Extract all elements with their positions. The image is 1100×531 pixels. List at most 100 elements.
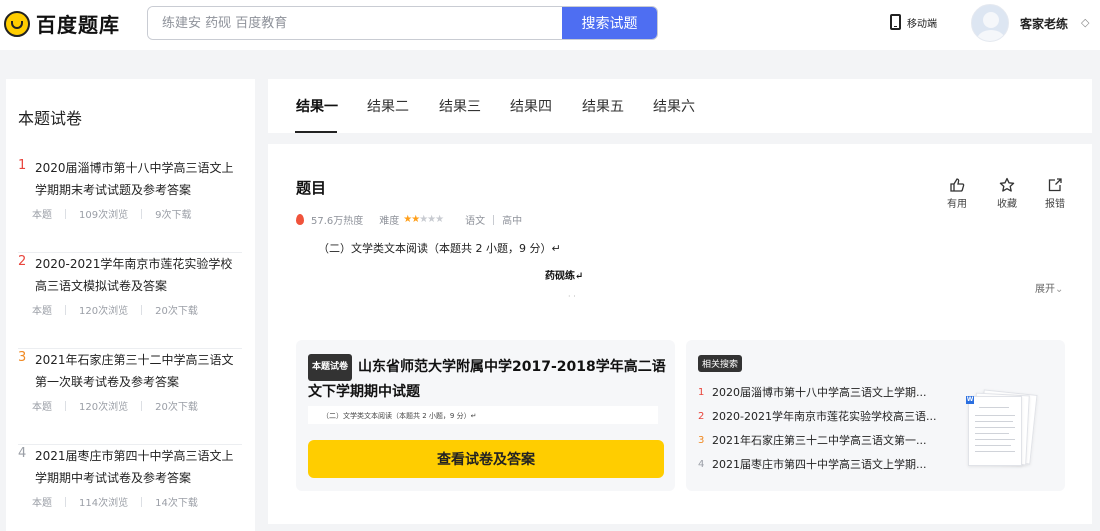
useful-label: 有用 — [947, 199, 967, 210]
item-rank: 3 — [18, 350, 27, 365]
tab-result-4[interactable]: 结果四 — [510, 96, 552, 116]
paper-downloads: 20次下载 — [155, 306, 198, 317]
item-rank: 1 — [18, 158, 27, 173]
search-input[interactable] — [148, 7, 564, 39]
username[interactable]: 客家老练 — [1020, 15, 1068, 32]
related-search-badge: 相关搜索 — [698, 355, 743, 372]
paper-meta: 本题 114次浏览 14次下载 — [32, 494, 198, 509]
mobile-link[interactable]: 移动端 — [890, 14, 937, 30]
paper-type: 本题 — [32, 402, 52, 413]
top-bar: 百度题库 搜索试题 移动端 客家老练 ◇ — [0, 0, 1100, 50]
avatar[interactable] — [971, 4, 1009, 42]
paper-type: 本题 — [32, 306, 52, 317]
question-title: 题目 — [296, 179, 327, 197]
tab-result-1[interactable]: 结果一 — [296, 96, 338, 116]
item-rank: 4 — [18, 446, 27, 461]
star-empty-icon: ★★★ — [419, 214, 444, 225]
heat-count: 57.6万热度 — [311, 216, 364, 227]
related-search-card: 相关搜索 1 2020届淄博市第十八中学高三语文上学期... 2 2020-2021… — [686, 340, 1065, 491]
item-rank: 3 — [698, 434, 705, 446]
favorite-label: 收藏 — [997, 199, 1017, 210]
search-bar: 搜索试题 — [147, 6, 658, 40]
paper-title-link[interactable]: 2021届枣庄市第四十中学高三语文上学期期中考试试卷及参考答案 — [35, 445, 243, 489]
phone-icon — [890, 14, 901, 30]
paper-views: 120次浏览 — [79, 306, 129, 317]
related-search-text: 2021届枣庄市第四十中学高三语文上学期... — [712, 458, 927, 471]
report-label: 报错 — [1045, 199, 1065, 210]
paper-views: 114次浏览 — [79, 498, 129, 509]
paper-title-link[interactable]: 2020-2021学年南京市莲花实验学校高三语文模拟试卷及答案 — [35, 253, 243, 297]
paper-title-link[interactable]: 2020届淄博市第十八中学高三语文上学期期末考试试题及参考答案 — [35, 157, 243, 201]
favorite-button[interactable]: 收藏 — [992, 177, 1022, 210]
thumbs-up-icon — [949, 177, 965, 193]
active-tab-indicator — [295, 131, 337, 133]
report-button[interactable]: 报错 — [1040, 177, 1070, 210]
related-search-text: 2021年石家庄第三十二中学高三语文第一... — [712, 434, 927, 447]
word-doc-icon: W — [966, 396, 974, 404]
subject-tag: 语文 — [465, 216, 486, 227]
paper-meta: 本题 120次浏览 20次下载 — [32, 398, 198, 413]
tab-result-2[interactable]: 结果二 — [367, 96, 409, 116]
sidebar-title: 本题试卷 — [18, 109, 83, 128]
paper-meta: 本题 109次浏览 9次下载 — [32, 206, 191, 221]
search-button[interactable]: 搜索试题 — [562, 7, 657, 39]
difficulty-stars: ★★★★★ — [403, 214, 444, 225]
useful-button[interactable]: 有用 — [942, 177, 972, 210]
related-search-item[interactable]: 1 2020届淄博市第十八中学高三语文上学期... — [698, 380, 948, 404]
view-paper-and-answers-button[interactable]: 查看试卷及答案 — [308, 440, 664, 478]
paper-title-link[interactable]: 2021年石家庄第三十二中学高三语文第一次联考试卷及参考答案 — [35, 349, 243, 393]
sidebar-paper-item[interactable]: 3 2021年石家庄第三十二中学高三语文第一次联考试卷及参考答案 本题 120次… — [18, 349, 242, 445]
exam-paper-preview: （二）文学类文本阅读（本题共 2 小题，9 分）↵ — [308, 406, 658, 424]
grade-tag: 高中 — [502, 216, 523, 227]
question-body: （二）文学类文本阅读（本题共 2 小题，9 分）↵ — [318, 242, 561, 255]
related-search-item[interactable]: 2 2020-2021学年南京市莲花实验学校高三语... — [698, 404, 948, 428]
logo-icon — [4, 10, 30, 37]
chevron-down-icon: ⌄ — [1055, 284, 1064, 295]
tab-result-5[interactable]: 结果五 — [582, 96, 624, 116]
paper-views: 120次浏览 — [79, 402, 129, 413]
paper-downloads: 20次下载 — [155, 402, 198, 413]
question-text-title: 药砚练↵ — [545, 271, 584, 282]
tab-result-6[interactable]: 结果六 — [653, 96, 695, 116]
related-search-list: 1 2020届淄博市第十八中学高三语文上学期... 2 2020-2021学年南京市… — [698, 380, 948, 476]
report-icon — [1047, 177, 1063, 193]
baidu-tiku-logo[interactable]: 百度题库 — [4, 9, 120, 38]
expand-button[interactable]: 展开⌄ — [1035, 280, 1063, 295]
sidebar-paper-item[interactable]: 2 2020-2021学年南京市莲花实验学校高三语文模拟试卷及答案 本题 120… — [18, 253, 242, 349]
item-rank: 4 — [698, 458, 705, 470]
paper-type: 本题 — [32, 210, 52, 221]
question-text-dots: · · — [568, 292, 576, 301]
paper-type: 本题 — [32, 498, 52, 509]
sidebar-paper-item[interactable]: 4 2021届枣庄市第四十中学高三语文上学期期中考试试卷及参考答案 本题 114… — [18, 445, 242, 531]
logo-text: 百度题库 — [36, 13, 120, 37]
question-panel: 题目 57.6万热度 难度 ★★★★★ 语文 高中 有用 收藏 报错 （二）文学… — [268, 144, 1092, 524]
exam-paper-card: 本题试卷 山东省师范大学附属中学2017-2018学年高二语文下学期期中试题 （二… — [296, 340, 675, 491]
paper-views: 109次浏览 — [79, 210, 129, 221]
star-icon: ★★ — [403, 214, 420, 225]
difficulty-label: 难度 — [379, 216, 400, 227]
exam-paper-title[interactable]: 本题试卷 山东省师范大学附属中学2017-2018学年高二语文下学期期中试题 — [308, 354, 668, 404]
mobile-label: 移动端 — [907, 18, 937, 30]
item-rank: 2 — [18, 254, 27, 269]
related-search-text: 2020届淄博市第十八中学高三语文上学期... — [712, 386, 927, 399]
item-rank: 1 — [698, 386, 705, 398]
result-tabs: 结果一 结果二 结果三 结果四 结果五 结果六 — [268, 79, 1092, 133]
paper-downloads: 14次下载 — [155, 498, 198, 509]
paper-meta: 本题 120次浏览 20次下载 — [32, 302, 198, 317]
paper-downloads: 9次下载 — [155, 210, 192, 221]
exam-paper-name: 山东省师范大学附属中学2017-2018学年高二语文下学期期中试题 — [308, 359, 666, 400]
star-outline-icon — [999, 177, 1015, 193]
related-search-item[interactable]: 3 2021年石家庄第三十二中学高三语文第一... — [698, 428, 948, 452]
sidebar-paper-item[interactable]: 1 2020届淄博市第十八中学高三语文上学期期末考试试题及参考答案 本题 109… — [18, 157, 242, 253]
item-rank: 2 — [698, 410, 705, 422]
related-search-text: 2020-2021学年南京市莲花实验学校高三语... — [712, 410, 937, 423]
expand-label: 展开 — [1035, 284, 1055, 295]
vip-diamond-icon[interactable]: ◇ — [1081, 17, 1093, 29]
sidebar: 本题试卷 1 2020届淄博市第十八中学高三语文上学期期末考试试题及参考答案 本… — [6, 79, 255, 531]
fire-icon — [296, 214, 304, 225]
document-thumbnail[interactable]: W — [966, 389, 1038, 470]
tab-result-3[interactable]: 结果三 — [439, 96, 481, 116]
question-meta: 57.6万热度 难度 ★★★★★ 语文 高中 — [296, 212, 522, 227]
exam-paper-badge: 本题试卷 — [308, 354, 353, 381]
related-search-item[interactable]: 4 2021届枣庄市第四十中学高三语文上学期... — [698, 452, 948, 476]
